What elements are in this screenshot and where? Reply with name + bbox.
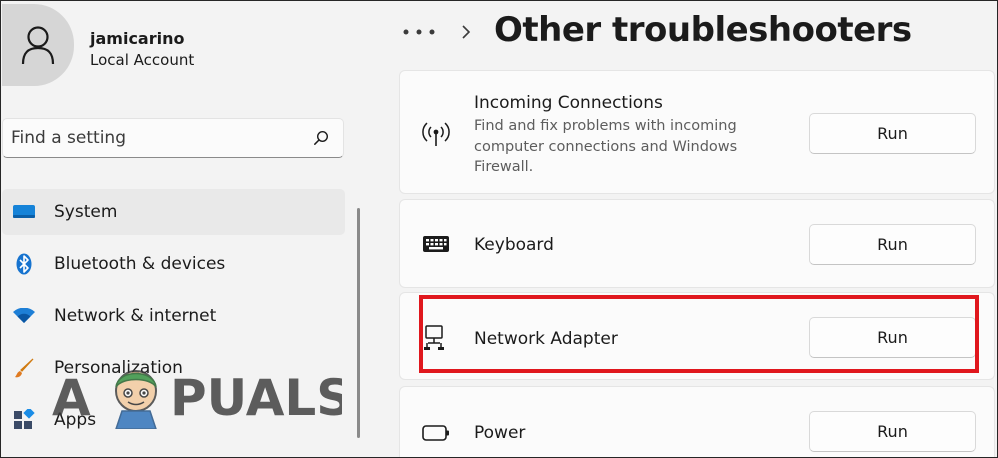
sidebar-item-label: Bluetooth & devices	[54, 254, 226, 274]
sidebar-item-system[interactable]: System	[2, 189, 345, 235]
sidebar-item-label: System	[54, 202, 118, 222]
chevron-right-icon	[462, 25, 471, 39]
troubleshooter-card-power: Power Run	[399, 386, 995, 458]
sidebar-item-label: Apps	[54, 410, 97, 430]
sidebar-item-label: Network & internet	[54, 306, 217, 326]
search-input[interactable]	[2, 118, 344, 158]
brush-icon	[12, 356, 36, 380]
run-button-incoming-connections[interactable]: Run	[809, 113, 976, 154]
troubleshooter-title: Network Adapter	[474, 329, 618, 349]
user-name: jamicarino	[90, 29, 185, 48]
troubleshooter-description: Find and fix problems with incoming comp…	[474, 118, 738, 175]
keyboard-icon	[422, 230, 450, 258]
troubleshooter-title: Power	[474, 423, 526, 443]
sidebar-item-network[interactable]: Network & internet	[2, 293, 345, 339]
run-button-network-adapter[interactable]: Run	[809, 317, 976, 358]
network-adapter-icon	[422, 323, 450, 351]
troubleshooter-card-incoming-connections: Incoming Connections Find and fix proble…	[399, 70, 995, 194]
search-icon[interactable]	[313, 130, 329, 146]
sidebar-item-personalization[interactable]: Personalization	[2, 345, 345, 391]
run-button-power[interactable]: Run	[809, 411, 976, 452]
account-type: Local Account	[90, 51, 195, 69]
page-title: Other troubleshooters	[494, 10, 912, 50]
person-icon	[21, 26, 55, 65]
bluetooth-icon	[12, 252, 36, 276]
troubleshooter-card-network-adapter: Network Adapter Run	[399, 292, 995, 380]
troubleshooter-card-keyboard: Keyboard Run	[399, 199, 995, 288]
more-icon[interactable]	[402, 27, 436, 37]
troubleshooter-title: Incoming Connections	[474, 93, 663, 113]
battery-icon	[422, 419, 450, 447]
sidebar-item-apps[interactable]: Apps	[2, 397, 345, 443]
troubleshooter-title: Keyboard	[474, 235, 554, 255]
sidebar-item-bluetooth[interactable]: Bluetooth & devices	[2, 241, 345, 287]
sidebar-item-label: Personalization	[54, 358, 183, 378]
sidebar-scrollbar[interactable]	[357, 208, 360, 438]
wifi-icon	[12, 304, 36, 328]
apps-icon	[12, 408, 36, 432]
avatar[interactable]	[2, 4, 74, 86]
broadcast-icon	[422, 120, 450, 148]
system-icon	[12, 200, 36, 224]
run-button-keyboard[interactable]: Run	[809, 224, 976, 265]
